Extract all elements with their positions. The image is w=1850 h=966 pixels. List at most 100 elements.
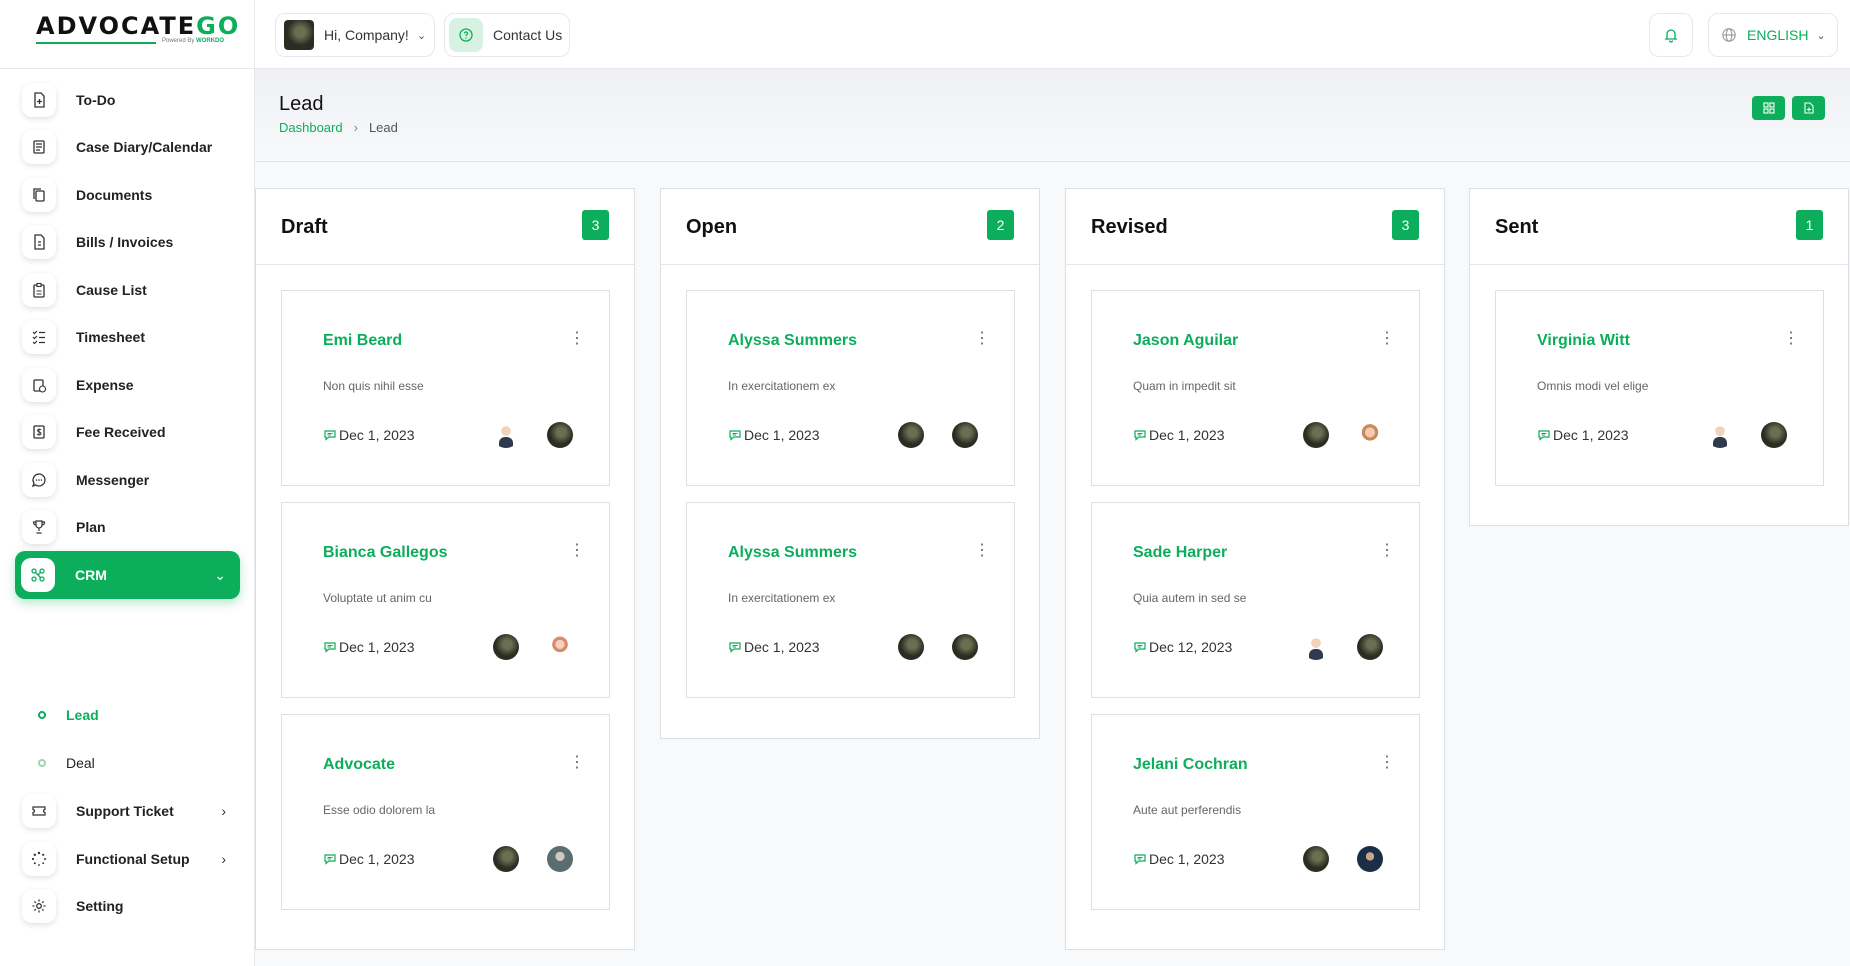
sidebar-item-timesheet[interactable]: Timesheet (16, 313, 240, 361)
lead-card[interactable]: Sade Harper ⋮ Quia autem in sed se Dec 12, … (1091, 502, 1420, 698)
assignee-avatars (1679, 422, 1787, 448)
sidebar-item-case-diary[interactable]: Case Diary/Calendar (16, 123, 240, 171)
sidebar-item-label: Case Diary/Calendar (76, 139, 213, 155)
grid-view-button[interactable] (1752, 96, 1785, 120)
sidebar-item-setting[interactable]: Setting (16, 882, 240, 930)
lead-name-link[interactable]: Virginia Witt (1537, 332, 1630, 350)
lead-name-link[interactable]: Bianca Gallegos (323, 544, 448, 562)
lead-card[interactable]: Bianca Gallegos ⋮ Voluptate ut anim cu Dec … (281, 502, 610, 698)
language-selector[interactable]: ENGLISH ⌄ (1708, 13, 1838, 57)
lead-card[interactable]: Advocate ⋮ Esse odio dolorem la Dec 1, 2023 (281, 714, 610, 910)
lead-card[interactable]: Alyssa Summers ⋮ In exercitationem ex Dec 1… (686, 290, 1015, 486)
bullet-icon (38, 711, 46, 719)
kanban-column-draft: Draft 3 Emi Beard ⋮ Non quis nihil esse Dec 1… (255, 188, 635, 950)
documents-icon (22, 178, 56, 212)
lead-subject: Esse odio dolorem la (323, 803, 436, 817)
sidebar-item-label: Documents (76, 187, 153, 203)
lead-subject: Non quis nihil esse (323, 379, 424, 393)
more-options-icon[interactable]: ⋮ (569, 755, 585, 771)
assignee-avatars (1275, 634, 1383, 660)
more-options-icon[interactable]: ⋮ (974, 543, 990, 559)
assignee-avatars (1275, 846, 1383, 872)
sidebar-item-expense[interactable]: Expense (16, 361, 240, 409)
lead-subject: Omnis modi vel elige (1537, 379, 1649, 393)
more-options-icon[interactable]: ⋮ (1379, 543, 1395, 559)
create-lead-button[interactable] (1792, 96, 1825, 120)
brand-logo[interactable]: ADVOCATEGO Powered By WORKDO (0, 0, 254, 69)
brand-name-accent: GO (196, 12, 241, 40)
kanban-board: Draft 3 Emi Beard ⋮ Non quis nihil esse Dec 1… (255, 162, 1850, 966)
lead-date-text: Dec 12, 2023 (1149, 639, 1233, 655)
fee-icon (22, 415, 56, 449)
sidebar-item-documents[interactable]: Documents (16, 171, 240, 219)
sidebar-item-todo[interactable]: To-Do (16, 76, 240, 124)
brand-name: ADVOCATEGO (36, 12, 240, 40)
chevron-right-icon: › (221, 851, 226, 867)
column-title: Draft (281, 216, 328, 238)
contact-us-button[interactable]: Contact Us (444, 13, 570, 57)
diary-icon (22, 130, 56, 164)
lead-name-link[interactable]: Alyssa Summers (728, 332, 857, 350)
lead-date: Dec 1, 2023 (323, 851, 415, 867)
sidebar-subitem-deal[interactable]: Deal (38, 751, 95, 775)
lead-name-link[interactable]: Jelani Cochran (1133, 756, 1248, 774)
message-icon (729, 430, 741, 441)
lead-date-text: Dec 1, 2023 (339, 427, 415, 443)
message-icon (324, 854, 336, 865)
sidebar-item-messenger[interactable]: Messenger (16, 456, 240, 504)
avatar (898, 422, 924, 448)
more-options-icon[interactable]: ⋮ (569, 543, 585, 559)
more-options-icon[interactable]: ⋮ (1379, 331, 1395, 347)
assignee-avatars (1275, 422, 1383, 448)
lead-card[interactable]: Jason Aguilar ⋮ Quam in impedit sit Dec 1, … (1091, 290, 1420, 486)
lead-subject: Aute aut perferendis (1133, 803, 1242, 817)
loader-icon (22, 842, 56, 876)
grid-icon (1762, 102, 1775, 114)
chevron-right-icon: › (221, 803, 226, 819)
page-title: Lead (279, 93, 324, 115)
contact-us-label: Contact Us (493, 27, 563, 43)
lead-name-link[interactable]: Sade Harper (1133, 544, 1227, 562)
notifications-button[interactable] (1649, 13, 1693, 57)
lead-name-link[interactable]: Alyssa Summers (728, 544, 857, 562)
lead-card[interactable]: Alyssa Summers ⋮ In exercitationem ex Dec 1… (686, 502, 1015, 698)
sidebar-item-crm[interactable]: CRM ⌄ (15, 551, 240, 599)
sidebar-item-fee-received[interactable]: Fee Received (16, 408, 240, 456)
breadcrumb-dashboard-link[interactable]: Dashboard (279, 120, 343, 135)
lead-subject: In exercitationem ex (728, 379, 836, 393)
message-icon (1134, 642, 1146, 653)
sidebar-item-plan[interactable]: Plan (16, 503, 240, 551)
column-count-badge: 3 (582, 210, 609, 240)
lead-name-link[interactable]: Advocate (323, 756, 395, 774)
more-options-icon[interactable]: ⋮ (569, 331, 585, 347)
sidebar-subitem-lead[interactable]: Lead (38, 703, 99, 727)
lead-date-text: Dec 1, 2023 (1149, 427, 1225, 443)
top-bar: Hi, Company! ⌄ Contact Us ENGLISH ⌄ (255, 0, 1850, 69)
lead-name-link[interactable]: Emi Beard (323, 332, 402, 350)
lead-name-link[interactable]: Jason Aguilar (1133, 332, 1238, 350)
powered-by: Powered By WORKDO (162, 38, 224, 44)
message-icon (324, 430, 336, 441)
avatar (284, 20, 314, 50)
sidebar-item-label: Timesheet (76, 329, 145, 345)
list-check-icon (22, 320, 56, 354)
sidebar-item-label: Support Ticket (76, 803, 174, 819)
sidebar-item-label: Functional Setup (76, 851, 190, 867)
user-menu-button[interactable]: Hi, Company! ⌄ (275, 13, 435, 57)
more-options-icon[interactable]: ⋮ (1783, 331, 1799, 347)
lead-card[interactable]: Virginia Witt ⋮ Omnis modi vel elige Dec 1,… (1495, 290, 1824, 486)
message-icon (324, 642, 336, 653)
lead-card[interactable]: Emi Beard ⋮ Non quis nihil esse Dec 1, 2023 (281, 290, 610, 486)
lead-date: Dec 1, 2023 (728, 639, 820, 655)
lead-card[interactable]: Jelani Cochran ⋮ Aute aut perferendis Dec 1… (1091, 714, 1420, 910)
sidebar-item-label: Fee Received (76, 424, 166, 440)
lead-date: Dec 1, 2023 (1537, 427, 1629, 443)
assignee-avatars (465, 634, 573, 660)
more-options-icon[interactable]: ⋮ (1379, 755, 1395, 771)
sidebar-item-bills[interactable]: Bills / Invoices (16, 218, 240, 266)
sidebar-item-functional-setup[interactable]: Functional Setup › (16, 835, 240, 883)
sidebar-item-support-ticket[interactable]: Support Ticket › (16, 787, 240, 835)
powered-prefix: Powered By (162, 38, 195, 44)
more-options-icon[interactable]: ⋮ (974, 331, 990, 347)
sidebar-item-cause-list[interactable]: Cause List (16, 266, 240, 314)
